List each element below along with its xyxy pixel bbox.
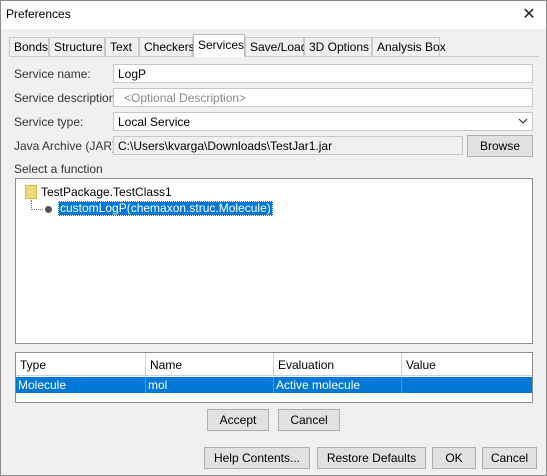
service-name-label: Service name: bbox=[14, 67, 91, 81]
service-description-label: Service description: bbox=[14, 91, 119, 105]
tab-checkers[interactable]: Checkers bbox=[139, 37, 195, 56]
service-type-value: Local Service bbox=[118, 115, 191, 129]
tree-method-node[interactable]: customLogP(chemaxon.struc.Molecule) bbox=[58, 201, 273, 216]
panel-cancel-button[interactable]: Cancel bbox=[278, 409, 340, 431]
service-type-label: Service type: bbox=[14, 115, 84, 129]
tab-analysis-box[interactable]: Analysis Box bbox=[372, 37, 446, 56]
title-bar: Preferences ✕ bbox=[1, 1, 546, 29]
chevron-down-icon bbox=[518, 118, 528, 124]
column-header-name[interactable]: Name bbox=[146, 353, 274, 376]
column-header-value[interactable]: Value bbox=[402, 353, 532, 376]
table-row[interactable]: Molecule mol Active molecule bbox=[16, 377, 532, 393]
service-description-field[interactable]: <Optional Description> bbox=[113, 88, 533, 107]
folder-icon bbox=[25, 185, 37, 199]
select-function-label: Select a function bbox=[14, 162, 103, 176]
cell-evaluation[interactable]: Active molecule bbox=[274, 377, 402, 393]
tree-connector bbox=[31, 209, 43, 210]
tab-bonds[interactable]: Bonds bbox=[9, 37, 49, 56]
restore-defaults-button[interactable]: Restore Defaults bbox=[317, 447, 426, 469]
service-type-select[interactable]: Local Service bbox=[113, 112, 533, 131]
preferences-dialog: Preferences ✕ Bonds Structure Text Check… bbox=[0, 0, 547, 476]
cell-type[interactable]: Molecule bbox=[16, 377, 146, 393]
tree-class-node[interactable]: TestPackage.TestClass1 bbox=[41, 185, 172, 199]
tab-3d-options[interactable]: 3D Options bbox=[304, 37, 372, 56]
window-title: Preferences bbox=[6, 7, 71, 21]
close-icon[interactable]: ✕ bbox=[520, 5, 538, 23]
column-header-type[interactable]: Type bbox=[16, 353, 146, 376]
tab-save-load[interactable]: Save/Load bbox=[245, 37, 307, 56]
tab-services[interactable]: Services bbox=[193, 34, 245, 57]
browse-button[interactable]: Browse bbox=[467, 135, 533, 157]
jar-label: Java Archive (JAR): bbox=[14, 139, 120, 153]
function-tree[interactable]: TestPackage.TestClass1 customLogP(chemax… bbox=[15, 178, 533, 344]
tab-structure[interactable]: Structure bbox=[49, 37, 105, 56]
cell-value[interactable] bbox=[402, 377, 532, 393]
column-header-evaluation[interactable]: Evaluation bbox=[274, 353, 402, 376]
services-panel: Service name: LogP Service description: … bbox=[9, 56, 539, 437]
parameters-table: Type Name Evaluation Value Molecule mol … bbox=[15, 352, 533, 403]
accept-button[interactable]: Accept bbox=[207, 409, 269, 431]
service-name-field[interactable]: LogP bbox=[113, 64, 533, 83]
table-header: Type Name Evaluation Value bbox=[16, 353, 532, 376]
cancel-button[interactable]: Cancel bbox=[482, 447, 537, 469]
help-contents-button[interactable]: Help Contents... bbox=[204, 447, 310, 469]
tab-text[interactable]: Text bbox=[105, 37, 139, 56]
method-icon bbox=[45, 206, 52, 213]
cell-name[interactable]: mol bbox=[146, 377, 274, 393]
jar-path-field[interactable]: C:\Users\kvarga\Downloads\TestJar1.jar bbox=[113, 136, 463, 155]
ok-button[interactable]: OK bbox=[432, 447, 476, 469]
